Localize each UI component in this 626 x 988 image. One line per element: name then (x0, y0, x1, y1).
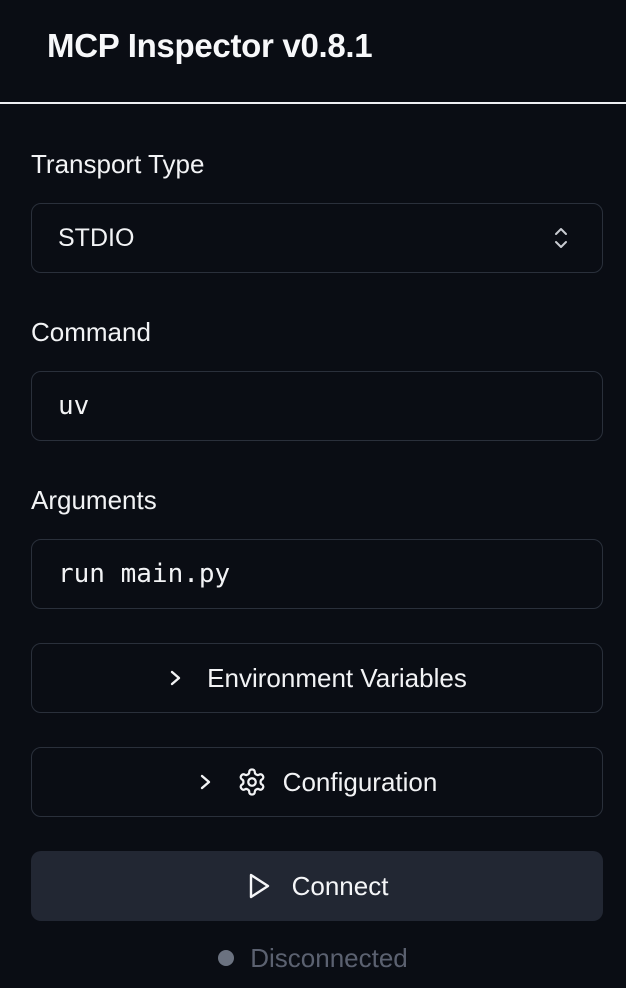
status-text: Disconnected (250, 942, 408, 973)
play-icon (249, 873, 269, 899)
chevron-up-down-icon (555, 228, 567, 248)
transport-type-value: STDIO (58, 224, 135, 252)
chevron-right-icon (170, 670, 181, 686)
transport-type-select[interactable]: STDIO (31, 203, 603, 273)
environment-variables-toggle[interactable]: Environment Variables (31, 643, 603, 713)
configuration-label: Configuration (282, 766, 438, 797)
command-label: Command (31, 317, 151, 347)
arguments-label: Arguments (31, 485, 157, 515)
command-input[interactable]: uv (31, 371, 603, 441)
app-title: MCP Inspector v0.8.1 (47, 27, 373, 64)
arguments-input[interactable]: run main.py (31, 539, 603, 609)
command-value: uv (58, 391, 90, 421)
connection-status: Disconnected (0, 940, 626, 976)
connect-button[interactable]: Connect (31, 851, 603, 921)
arguments-value: run main.py (58, 559, 231, 589)
chevron-right-icon (200, 774, 210, 790)
configuration-toggle[interactable]: Configuration (31, 747, 603, 817)
transport-type-label: Transport Type (31, 149, 205, 179)
gear-icon (239, 768, 265, 796)
status-dot (218, 950, 235, 966)
sidebar-header: MCP Inspector v0.8.1 (0, 0, 626, 104)
connect-button-label: Connect (291, 870, 389, 901)
environment-variables-label: Environment Variables (207, 662, 467, 693)
